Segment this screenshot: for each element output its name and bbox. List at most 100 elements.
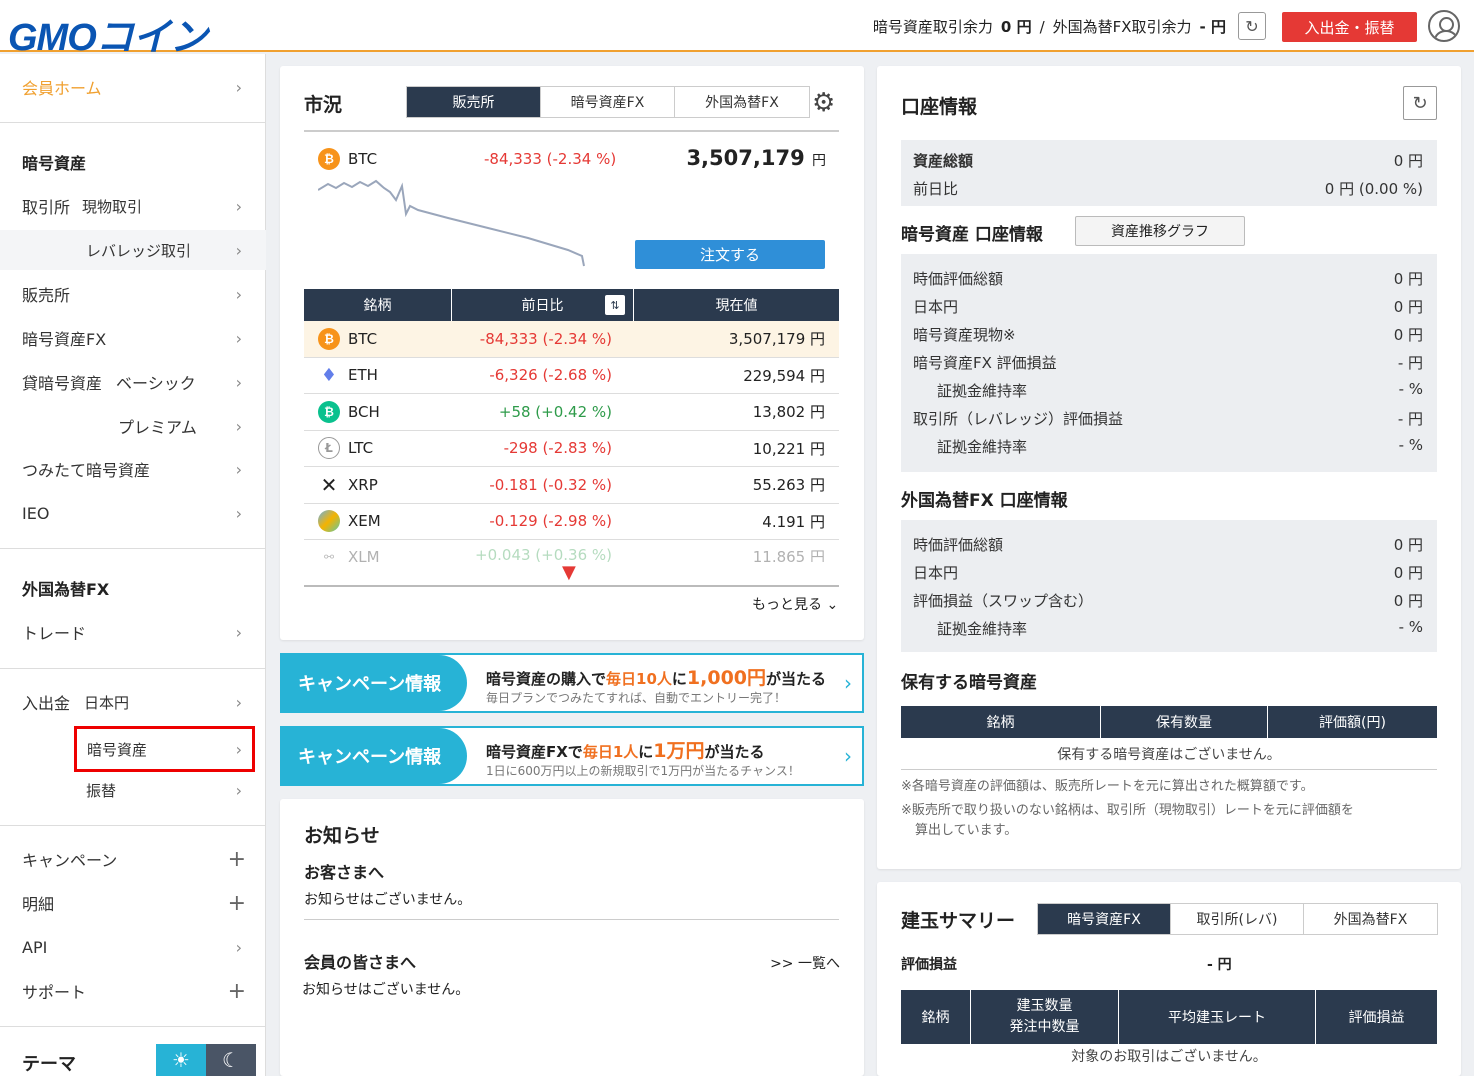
- crypto-margin-label: 暗号資産取引余力: [872, 18, 993, 36]
- table-row[interactable]: ✕ XRP -0.181 (-0.32 %) 55.263 円: [304, 467, 839, 504]
- row-label: 日本円: [913, 298, 959, 316]
- exchange-label: 取引所: [22, 198, 71, 217]
- row-label: 時価評価総額: [913, 536, 1004, 554]
- featured-symbol: BTC: [348, 150, 378, 168]
- sidebar-item-api[interactable]: API ›: [0, 927, 266, 967]
- chevron-right-icon: ›: [235, 196, 242, 216]
- row-price: 13,802 円: [752, 403, 825, 422]
- featured-price-unit: 円: [812, 153, 826, 169]
- sidebar-item-tsumitate[interactable]: つみたて暗号資産 ›: [0, 449, 266, 489]
- asset-graph-button[interactable]: 資産推移グラフ: [1075, 216, 1245, 246]
- row-symbol: ETH: [348, 366, 378, 385]
- table-row[interactable]: ₿ BTC -84,333 (-2.34 %) 3,507,179 円: [304, 321, 839, 358]
- campaign-label: キャンペーン: [22, 851, 118, 870]
- sidebar-item-store[interactable]: 販売所 ›: [0, 274, 266, 314]
- divider: [304, 919, 839, 920]
- row-label: 証拠金維持率: [937, 382, 1028, 400]
- table-row[interactable]: ⚯ XLM +0.043 (+0.36 %) 11.865 円: [304, 540, 839, 562]
- col-symbol[interactable]: 銘柄: [304, 289, 452, 321]
- tab-exchange-leverage[interactable]: 取引所(レバ): [1171, 904, 1304, 934]
- sidebar-item-crypto-fx[interactable]: 暗号資産FX ›: [0, 318, 266, 358]
- campaign-sub: 毎日プランでつみたてすれば、自動でエントリー完了！: [486, 691, 787, 705]
- sidebar-item-lending-basic[interactable]: 貸暗号資産 ベーシック ›: [0, 362, 266, 402]
- row-label: 取引所（レバレッジ）評価損益: [913, 410, 1124, 428]
- col-price[interactable]: 現在値: [634, 289, 839, 321]
- col-change-label: 前日比: [521, 298, 564, 314]
- table-row[interactable]: XEM -0.129 (-2.98 %) 4.191 円: [304, 504, 839, 540]
- refresh-margin-button[interactable]: ↻: [1238, 12, 1266, 40]
- sidebar-item-exchange-leverage[interactable]: レバレッジ取引 ›: [0, 230, 266, 270]
- table-row[interactable]: Ł LTC -298 (-2.83 %) 10,221 円: [304, 431, 839, 467]
- sidebar-item-lending-premium[interactable]: プレミアム ›: [0, 406, 266, 446]
- sidebar-item-exchange-spot[interactable]: 取引所 現物取引 ›: [0, 186, 266, 226]
- support-label: サポート: [22, 983, 87, 1002]
- row-value: - 円: [1397, 410, 1423, 428]
- deposit-label: 入出金: [22, 694, 71, 713]
- sidebar-item-statement[interactable]: 明細 +: [0, 883, 266, 923]
- refresh-account-button[interactable]: ↻: [1403, 86, 1437, 120]
- total-assets-row: 資産総額 0 円: [913, 150, 1423, 171]
- sidebar-item-home[interactable]: 会員ホーム ›: [0, 67, 266, 107]
- sidebar-item-transfer[interactable]: 振替 ›: [0, 770, 266, 810]
- col-symbol: 銘柄: [901, 990, 971, 1044]
- deposit-transfer-button[interactable]: 入出金・振替: [1282, 12, 1417, 42]
- xem-icon: [318, 510, 340, 533]
- more-link[interactable]: もっと見る ⌄: [752, 594, 838, 614]
- row-change: -6,326 (-2.68 %): [489, 366, 612, 385]
- news-list-link[interactable]: >> 一覧へ: [770, 953, 840, 973]
- trade-label: トレード: [22, 624, 87, 643]
- jpy-label: 日本円: [84, 693, 130, 712]
- col-symbol: 銘柄: [901, 706, 1101, 738]
- order-button[interactable]: 注文する: [635, 240, 825, 269]
- refresh-icon: ↻: [1245, 16, 1259, 36]
- table-row[interactable]: ₿ BCH +58 (+0.42 %) 13,802 円: [304, 394, 839, 431]
- row-change: -84,333 (-2.34 %): [479, 329, 612, 348]
- sidebar-item-deposit-crypto[interactable]: 暗号資産 ›: [74, 726, 255, 772]
- chevron-down-icon[interactable]: ▼: [562, 562, 576, 583]
- campaign-banner-2[interactable]: キャンペーン情報 暗号資産FXで毎日1人に1万円が当たる 1日に600万円以上の…: [280, 726, 864, 786]
- campaign-banner-1[interactable]: キャンペーン情報 暗号資産の購入で毎日10人に1,000円が当たる 毎日プランで…: [280, 653, 864, 713]
- account-row: 証拠金維持率 - %: [913, 618, 1423, 639]
- theme-toggle[interactable]: ☀ ☾: [156, 1044, 256, 1076]
- featured-price-value: 3,507,179: [686, 146, 805, 170]
- sidebar-item-support[interactable]: サポート +: [0, 971, 266, 1011]
- sidebar: 会員ホーム › 暗号資産 取引所 現物取引 › レバレッジ取引 › 販売所 › 暗号資産F…: [0, 54, 266, 1076]
- tab-forex-fx[interactable]: 外国為替FX: [1304, 904, 1437, 934]
- sidebar-item-deposit-jpy[interactable]: 入出金 日本円 ›: [0, 682, 266, 722]
- col-pending-qty: 発注中数量: [1009, 1019, 1080, 1035]
- sidebar-item-ieo[interactable]: IEO ›: [0, 493, 266, 533]
- moon-icon[interactable]: ☾: [206, 1044, 256, 1076]
- row-label: 時価評価総額: [913, 270, 1004, 288]
- gear-icon[interactable]: ⚙: [812, 88, 835, 118]
- tab-crypto-fx[interactable]: 暗号資産FX: [541, 87, 675, 117]
- sidebar-item-trade[interactable]: トレード ›: [0, 612, 266, 652]
- divider: [0, 668, 266, 669]
- user-account-icon[interactable]: [1428, 10, 1460, 42]
- col-change[interactable]: 前日比 ⇅: [452, 289, 634, 321]
- table-row[interactable]: ♦ ETH -6,326 (-2.68 %) 229,594 円: [304, 358, 839, 394]
- tab-forex-fx[interactable]: 外国為替FX: [675, 87, 809, 117]
- tab-crypto-fx[interactable]: 暗号資産FX: [1038, 904, 1171, 934]
- tab-store[interactable]: 販売所: [407, 87, 541, 117]
- account-row: 取引所（レバレッジ）評価損益 - 円: [913, 408, 1423, 429]
- positions-empty: 対象のお取引はございません。: [1071, 1049, 1267, 1065]
- sidebar-item-campaign[interactable]: キャンペーン +: [0, 839, 266, 879]
- prev-day-row: 前日比 0 円 (0.00 %): [913, 178, 1423, 199]
- holdings-title: 保有する暗号資産: [901, 673, 1037, 693]
- row-symbol: BTC: [348, 329, 378, 348]
- row-symbol: LTC: [348, 439, 374, 458]
- campaign-headline: 暗号資産の購入で毎日10人に1,000円が当たる: [486, 663, 826, 690]
- account-title: 口座情報: [901, 96, 978, 118]
- campaign-hl2: 1万円: [653, 740, 705, 762]
- sun-icon[interactable]: ☀: [156, 1044, 206, 1076]
- row-symbol: XRP: [348, 475, 378, 494]
- news-members-body: お知らせはございません。: [302, 982, 470, 998]
- row-price: 10,221 円: [752, 439, 825, 458]
- col-valuation: 評価額(円): [1319, 715, 1386, 731]
- sort-icon[interactable]: ⇅: [605, 295, 625, 315]
- gmo-logo[interactable]: GMOコイン: [8, 6, 208, 61]
- row-label: 暗号資産FX 評価損益: [913, 354, 1057, 372]
- account-row: 時価評価総額 0 円: [913, 268, 1423, 289]
- bch-icon: ₿: [318, 400, 340, 423]
- pl-label: 評価損益: [901, 957, 957, 973]
